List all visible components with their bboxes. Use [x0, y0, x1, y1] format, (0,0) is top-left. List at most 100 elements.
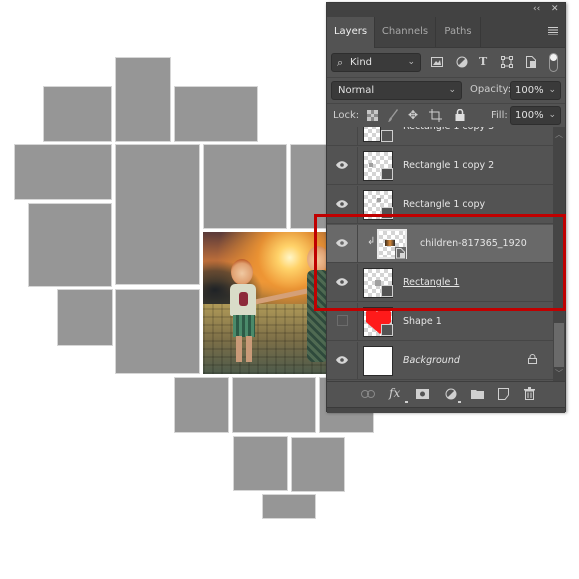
layer-name: Rectangle 1 copy 3: [403, 127, 494, 132]
collage-tile: [175, 87, 257, 141]
chevron-down-icon: ⌄: [448, 85, 456, 95]
clipping-mask-arrow-icon: ↲: [367, 236, 376, 247]
layer-thumbnail: [363, 127, 381, 142]
image-filter-icon[interactable]: [431, 57, 443, 67]
collapse-icon[interactable]: ‹‹: [533, 4, 540, 14]
collage-tile: [116, 58, 170, 141]
smart-object-filter-icon[interactable]: [526, 56, 536, 68]
shape-badge-icon: [381, 324, 393, 336]
layer-row[interactable]: Background: [327, 342, 553, 380]
eye-icon[interactable]: [336, 239, 348, 247]
layer-row[interactable]: Rectangle 1: [327, 264, 553, 302]
fx-dropdown-marker: [405, 401, 408, 403]
thumbnail-photo: [385, 240, 395, 246]
collage-tile: [44, 87, 111, 141]
layer-name[interactable]: Rectangle 1 copy 2: [403, 160, 494, 171]
lock-transparent-pixels-icon[interactable]: [367, 110, 378, 121]
shape-badge-icon: [381, 130, 393, 142]
layer-name[interactable]: children-817365_1920: [420, 238, 527, 249]
lock-image-pixels-icon[interactable]: [388, 109, 398, 122]
eye-icon[interactable]: [336, 200, 348, 208]
filter-row: ⌕ Kind ⌄ T: [327, 50, 565, 76]
layer-name[interactable]: Rectangle 1: [403, 277, 459, 288]
filter-kind-label: Kind: [350, 57, 373, 68]
opacity-input[interactable]: 100% ⌄: [510, 81, 561, 100]
add-mask-icon[interactable]: [416, 389, 429, 403]
collage-tile: [263, 495, 315, 518]
panel-menu-icon[interactable]: [548, 27, 558, 35]
lock-row: Lock: ✥ Fill: 100% ⌄: [327, 104, 565, 127]
shape-filter-icon[interactable]: [501, 56, 513, 68]
chevron-down-icon: ⌄: [407, 57, 415, 67]
blend-row: Normal ⌄ Opacity: 100% ⌄: [327, 78, 565, 102]
visibility-column: [327, 147, 358, 184]
shape-badge-icon: [381, 207, 393, 219]
layer-name[interactable]: Rectangle 1 copy: [403, 199, 485, 210]
adjustment-dropdown-marker: [458, 401, 461, 403]
chevron-down-icon[interactable]: ⌄: [548, 107, 556, 124]
filter-toggle-knob: [550, 54, 557, 61]
layer-row[interactable]: Rectangle 1 copy 3: [327, 127, 553, 146]
new-adjustment-layer-icon[interactable]: [445, 388, 457, 402]
fill-input[interactable]: 100% ⌄: [510, 106, 561, 125]
scroll-up-icon[interactable]: ︿: [555, 129, 563, 140]
type-filter-icon[interactable]: T: [479, 55, 487, 68]
children-photo: [203, 232, 327, 374]
panel-tabs: Layers Channels Paths: [327, 17, 565, 48]
layers-scrollbar[interactable]: ︿ ﹀: [553, 127, 565, 381]
link-layers-icon[interactable]: [361, 390, 375, 404]
opacity-value: 100%: [515, 85, 544, 96]
close-icon[interactable]: ✕: [551, 4, 559, 14]
new-group-icon[interactable]: [471, 389, 484, 403]
tab-layers[interactable]: Layers: [327, 17, 375, 48]
eye-icon[interactable]: [336, 356, 348, 364]
blend-mode-value: Normal: [338, 85, 375, 96]
fx-icon[interactable]: fx: [389, 386, 400, 400]
eye-icon[interactable]: [336, 278, 348, 286]
filter-toggle[interactable]: [549, 53, 558, 72]
collage-tile: [291, 145, 327, 228]
photo-girl-head: [307, 246, 327, 272]
layers-list: Rectangle 1 copy 3 Rectangle 1 copy 2 Re…: [327, 127, 553, 381]
visibility-column: [327, 303, 358, 340]
eye-icon[interactable]: [336, 161, 348, 169]
delete-layer-icon[interactable]: [524, 387, 535, 401]
collage-tile: [234, 437, 287, 490]
tab-paths[interactable]: Paths: [436, 17, 481, 47]
fill-label: Fill:: [491, 110, 508, 121]
panel-footer: fx: [327, 381, 565, 408]
layer-row[interactable]: Rectangle 1 copy: [327, 186, 553, 224]
layer-name[interactable]: Background: [403, 355, 460, 366]
visibility-column: [327, 225, 358, 262]
visibility-column: [327, 342, 358, 379]
panel-titlebar[interactable]: ‹‹ ✕: [327, 3, 565, 17]
opacity-label: Opacity:: [470, 84, 512, 95]
layer-row[interactable]: Rectangle 1 copy 2: [327, 147, 553, 185]
lock-position-icon[interactable]: ✥: [408, 108, 418, 122]
visibility-toggle-off[interactable]: [337, 315, 348, 326]
layer-row-selected[interactable]: ↲ children-817365_1920: [327, 225, 553, 263]
shape-badge-icon: [381, 285, 393, 297]
lock-artboard-icon[interactable]: [429, 109, 442, 122]
chevron-down-icon[interactable]: ⌄: [548, 82, 556, 99]
scroll-thumb[interactable]: [554, 323, 564, 367]
layer-name[interactable]: Shape 1: [403, 316, 442, 327]
photo-boy-head: [231, 259, 253, 285]
filter-kind-dropdown[interactable]: ⌕ Kind ⌄: [331, 53, 421, 72]
thumbnail-shape-mark: [377, 198, 381, 202]
tab-channels[interactable]: Channels: [375, 17, 436, 47]
panel-resize-grip[interactable]: [327, 407, 565, 413]
adjustment-filter-icon[interactable]: [456, 56, 468, 68]
photo-shirt-logo: [239, 292, 248, 306]
collage-tile: [204, 145, 286, 228]
lock-icon[interactable]: [528, 354, 537, 364]
scroll-down-icon[interactable]: ﹀: [555, 368, 563, 379]
lock-all-icon[interactable]: [455, 109, 465, 121]
layer-row[interactable]: Shape 1: [327, 303, 553, 341]
thumbnail-shape-mark: [369, 163, 373, 167]
photo-girl-body: [307, 270, 327, 362]
collage-tile: [29, 204, 111, 286]
blend-mode-dropdown[interactable]: Normal ⌄: [331, 81, 462, 100]
new-layer-icon[interactable]: [498, 388, 509, 402]
collage-tile: [58, 290, 112, 345]
